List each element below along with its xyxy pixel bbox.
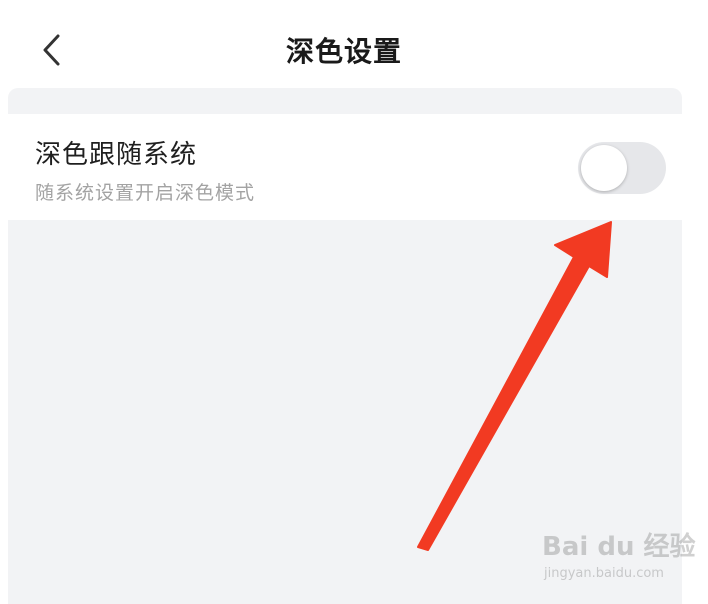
page-title: 深色设置 [285,35,402,68]
nav-bar: 深色设置 [0,0,708,92]
toggle-knob [581,145,627,191]
setting-description: 随系统设置开启深色模式 [35,182,256,204]
dark-mode-toggle[interactable] [578,142,666,194]
setting-row-dark-follow-system[interactable]: 深色跟随系统 随系统设置开启深色模式 [8,114,682,220]
screen: 深色设置 深色跟随系统 随系统设置开启深色模式 Bai du 经验 jingya… [0,0,708,604]
setting-title: 深色跟随系统 [35,140,198,170]
